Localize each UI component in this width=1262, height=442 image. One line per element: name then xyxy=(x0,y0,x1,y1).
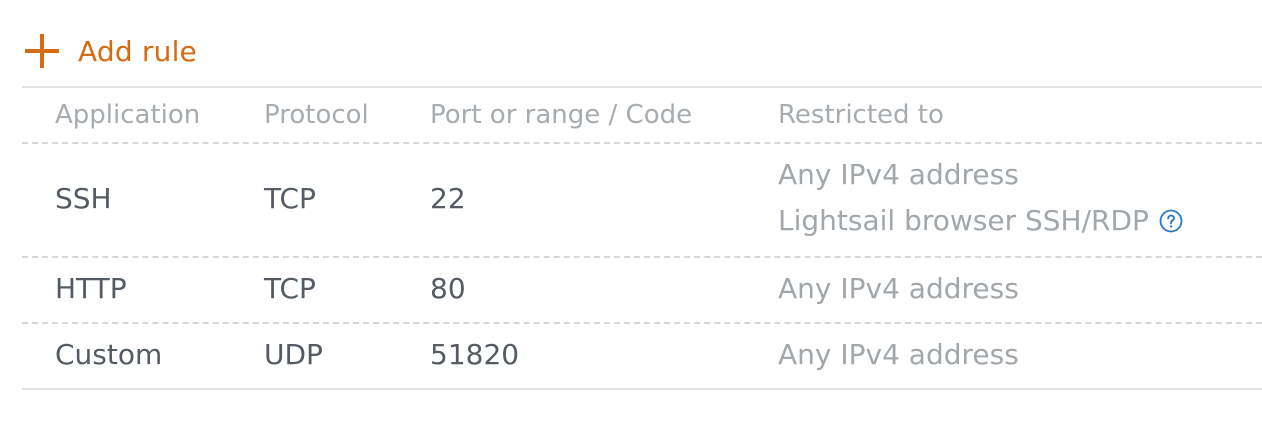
restricted-to-browser-text: Lightsail browser SSH/RDP xyxy=(778,204,1149,237)
port-cell: 22 xyxy=(430,182,466,215)
restricted-to-cell: Any IPv4 address xyxy=(778,158,1019,191)
table-row: HTTP TCP 80 Any IPv4 address xyxy=(22,258,1262,324)
application-cell: Custom xyxy=(55,338,163,371)
table-row: Custom UDP 51820 Any IPv4 address xyxy=(22,324,1262,388)
header-application: Application xyxy=(55,100,201,130)
header-port: Port or range / Code xyxy=(430,100,693,130)
protocol-cell: UDP xyxy=(264,338,323,371)
add-rule-label: Add rule xyxy=(78,34,197,68)
add-rule-button[interactable]: Add rule xyxy=(24,28,197,74)
restricted-to-cell: Any IPv4 address xyxy=(778,272,1019,305)
plus-icon xyxy=(25,34,59,68)
protocol-cell: TCP xyxy=(264,182,316,215)
port-cell: 80 xyxy=(430,272,466,305)
question-circle-icon[interactable] xyxy=(1159,209,1183,233)
application-cell: SSH xyxy=(55,182,112,215)
protocol-cell: TCP xyxy=(264,272,316,305)
table-header: Application Protocol Port or range / Cod… xyxy=(22,88,1262,144)
table-row: SSH TCP 22 Any IPv4 address Lightsail br… xyxy=(22,144,1262,258)
restricted-to-cell: Any IPv4 address xyxy=(778,338,1019,371)
application-cell: HTTP xyxy=(55,272,127,305)
port-cell: 51820 xyxy=(430,338,520,371)
restricted-to-browser-line: Lightsail browser SSH/RDP xyxy=(778,204,1183,237)
header-restricted-to: Restricted to xyxy=(778,100,944,130)
firewall-rules-table: Application Protocol Port or range / Cod… xyxy=(22,86,1262,390)
header-protocol: Protocol xyxy=(264,100,369,130)
